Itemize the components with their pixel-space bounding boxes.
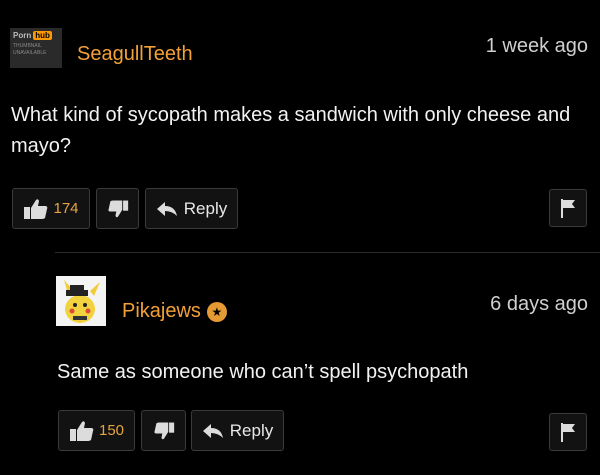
avatar[interactable]: Porn hub THUMBNAIL UNAVAILABLE: [10, 28, 62, 68]
avatar-caption: THUMBNAIL: [13, 43, 42, 49]
reply-label: Reply: [229, 420, 274, 440]
avatar-logo-hub: hub: [33, 31, 52, 40]
reply-arrow-icon: [156, 201, 177, 216]
comment-text: Same as someone who can’t spell psychopa…: [57, 361, 469, 383]
username[interactable]: Pikajews: [122, 300, 201, 323]
like-button[interactable]: 174: [12, 188, 90, 229]
timestamp: 1 week ago: [485, 35, 588, 57]
pikachu-avatar-icon: [56, 276, 106, 326]
comment-text: What kind of sycopath makes a sandwich w…: [11, 104, 571, 157]
star-badge-icon: ★: [206, 301, 227, 322]
flag-icon: [561, 199, 575, 218]
timestamp: 6 days ago: [490, 293, 588, 315]
username-row: Pikajews ★: [122, 300, 227, 323]
dislike-button[interactable]: [141, 410, 186, 451]
like-count: 150: [98, 422, 125, 439]
reply-arrow-icon: [202, 423, 223, 438]
reply-comment: Pikajews ★ 6 days ago Same as someone wh…: [0, 262, 600, 475]
thumbs-down-icon: [107, 200, 128, 217]
reply-button[interactable]: Reply: [145, 188, 238, 229]
thumbs-down-icon: [153, 422, 174, 439]
like-button[interactable]: 150: [58, 410, 135, 451]
thumbs-up-icon: [24, 198, 48, 219]
flag-button[interactable]: [549, 189, 587, 227]
flag-icon: [561, 423, 575, 442]
thumbs-up-icon: [69, 420, 94, 441]
flag-button[interactable]: [549, 413, 587, 451]
username[interactable]: SeagullTeeth: [77, 43, 193, 66]
comment-divider: [55, 252, 600, 253]
dislike-button[interactable]: [96, 188, 139, 229]
reply-button[interactable]: Reply: [191, 410, 284, 451]
like-count: 174: [53, 200, 79, 217]
comment: Porn hub THUMBNAIL UNAVAILABLE SeagullTe…: [0, 0, 600, 250]
avatar-logo: Porn hub: [13, 31, 59, 40]
avatar[interactable]: [56, 276, 106, 326]
avatar-logo-text: Porn: [13, 31, 32, 40]
avatar-caption: UNAVAILABLE: [13, 50, 47, 56]
reply-label: Reply: [183, 198, 228, 218]
